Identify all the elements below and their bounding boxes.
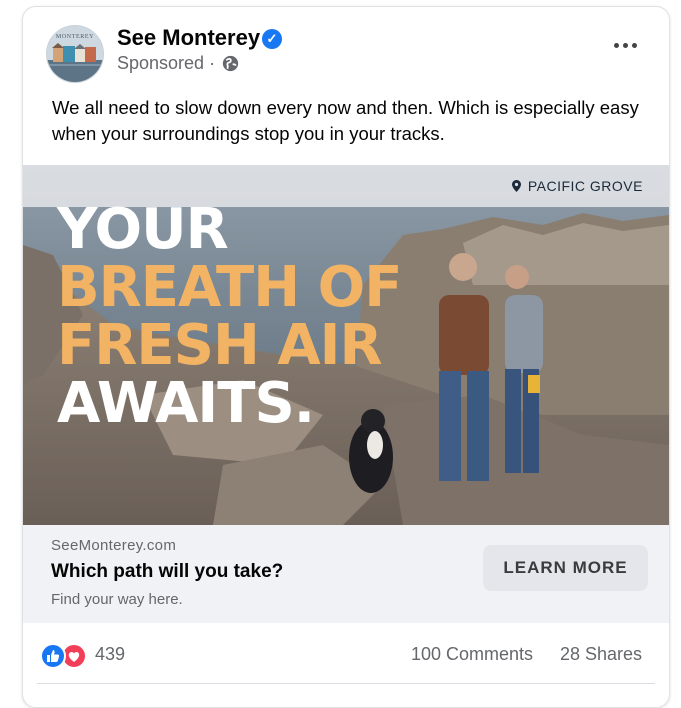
learn-more-button[interactable]: LEARN MORE <box>483 545 648 591</box>
link-title: Which path will you take? <box>51 561 284 582</box>
headline-line-4: AWAITS. <box>57 371 315 436</box>
thumbs-up-glyph <box>47 650 60 662</box>
headline-line-3: FRESH AIR <box>57 313 383 378</box>
link-domain: SeeMonterey.com <box>51 537 177 554</box>
sponsored-post-card: MONTEREY See Monterey ✓ Sponsored · We a… <box>22 6 670 708</box>
globe-icon <box>222 55 239 72</box>
reactions-count[interactable]: 439 <box>95 644 125 665</box>
location-pin-icon <box>511 180 521 192</box>
link-preview[interactable]: SeeMonterey.com Which path will you take… <box>23 525 669 623</box>
page-avatar[interactable]: MONTEREY <box>46 25 104 83</box>
headline-line-1: YOUR <box>57 197 229 262</box>
sponsored-line: Sponsored · <box>117 53 239 74</box>
post-caption: We all need to slow down every now and t… <box>52 97 639 144</box>
like-reaction-icon[interactable] <box>40 643 66 669</box>
headline-line-2: BREATH OF <box>57 255 402 320</box>
location-name: PACIFIC GROVE <box>527 178 643 194</box>
post-header: MONTEREY See Monterey ✓ Sponsored · <box>23 7 669 87</box>
shares-count[interactable]: 28 Shares <box>560 644 642 665</box>
engagement-bar: 439 100 Comments 28 Shares <box>23 623 669 684</box>
separator-dot: · <box>209 53 216 73</box>
ad-creative-image[interactable]: PACIFIC GROVE YOUR BREATH OF FRESH AIR A… <box>23 165 669 525</box>
verified-badge-icon: ✓ <box>262 29 282 49</box>
avatar-logo-text: MONTEREY <box>55 34 95 40</box>
heart-glyph <box>68 652 80 662</box>
more-options-icon[interactable] <box>613 35 639 55</box>
page-name[interactable]: See Monterey <box>117 25 260 51</box>
sponsored-label[interactable]: Sponsored <box>117 53 204 73</box>
ad-headline: YOUR BREATH OF FRESH AIR AWAITS. <box>57 197 402 436</box>
link-description: Find your way here. <box>51 591 183 608</box>
location-tag: PACIFIC GROVE <box>511 178 643 194</box>
comments-count[interactable]: 100 Comments <box>411 644 533 665</box>
